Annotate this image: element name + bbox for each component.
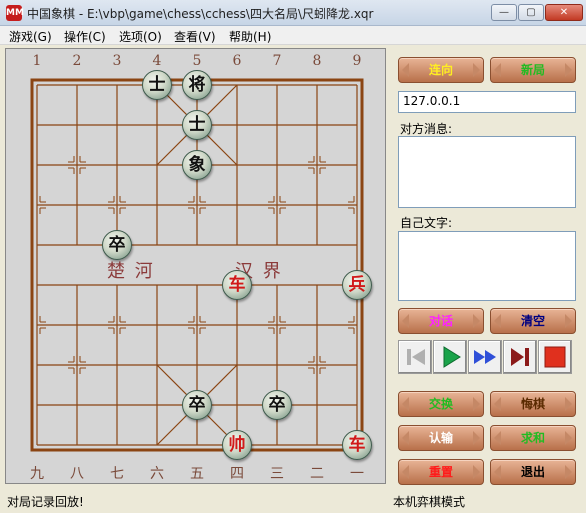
chess-piece[interactable]: 兵 (342, 270, 372, 300)
resign-button[interactable]: 认输 (398, 425, 484, 451)
own-text-box[interactable] (398, 231, 576, 301)
play-icon (443, 346, 461, 368)
connect-button-label: 连向 (428, 63, 453, 77)
file-label-bottom: 二 (310, 466, 324, 482)
play-button[interactable] (433, 340, 467, 374)
menu-options[interactable]: 选项(O) (119, 28, 162, 45)
dialog-button-label: 对话 (428, 314, 453, 328)
first-move-icon (407, 349, 425, 365)
undo-button-label: 悔棋 (520, 397, 545, 411)
chess-piece[interactable]: 车 (342, 430, 372, 460)
chess-piece[interactable]: 车 (222, 270, 252, 300)
chess-board[interactable]: 1 2 3 4 5 6 7 8 9 九 八 七 六 五 四 三 二 一 楚 河 … (5, 48, 386, 484)
resign-button-label: 认输 (428, 431, 453, 445)
chess-piece[interactable]: 士 (142, 70, 172, 100)
file-label-bottom: 八 (70, 466, 84, 482)
file-label-top: 1 (32, 53, 42, 69)
own-text-label: 自己文字: (400, 216, 453, 230)
status-right: 本机弈棋模式 (393, 495, 466, 509)
stop-icon (544, 346, 566, 368)
close-button[interactable]: ✕ (545, 4, 583, 21)
menu-view[interactable]: 查看(V) (174, 28, 216, 45)
last-move-icon (511, 348, 529, 366)
dialog-button[interactable]: 对话 (398, 308, 484, 334)
exchange-button-label: 交换 (428, 397, 453, 411)
river-label-chu-he: 楚 河 (107, 261, 155, 282)
menu-game[interactable]: 游戏(G) (9, 28, 52, 45)
file-label-top: 6 (232, 53, 242, 69)
chess-piece[interactable]: 卒 (182, 390, 212, 420)
file-label-bottom: 九 (30, 466, 44, 482)
chess-piece[interactable]: 士 (182, 110, 212, 140)
app-icon: MM (6, 5, 24, 21)
menu-bar: 游戏(G) 操作(C) 选项(O) 查看(V) 帮助(H) (0, 26, 586, 45)
reset-button-label: 重置 (428, 465, 453, 479)
chess-piece[interactable]: 象 (182, 150, 212, 180)
file-label-bottom: 七 (110, 466, 124, 482)
exit-button-label: 退出 (520, 465, 545, 479)
chess-piece[interactable]: 卒 (102, 230, 132, 260)
first-move-button[interactable] (398, 340, 432, 374)
opponent-message-label: 对方消息: (400, 122, 453, 136)
menu-operate[interactable]: 操作(C) (64, 28, 106, 45)
window-title: 中国象棋 - E:\vbp\game\chess\cchess\四大名局\尺蚓降… (27, 7, 374, 21)
file-label-top: 3 (112, 53, 122, 69)
file-label-top: 5 (192, 53, 202, 69)
file-label-bottom: 六 (150, 466, 164, 482)
file-label-bottom: 三 (270, 466, 284, 482)
reset-button[interactable]: 重置 (398, 459, 484, 485)
menu-help[interactable]: 帮助(H) (229, 28, 271, 45)
file-label-top: 8 (312, 53, 322, 69)
opponent-message-box[interactable] (398, 136, 576, 208)
minimize-button[interactable]: — (491, 4, 517, 21)
undo-button[interactable]: 悔棋 (490, 391, 576, 417)
chess-piece[interactable]: 将 (182, 70, 212, 100)
maximize-button[interactable]: ▢ (518, 4, 544, 21)
draw-button[interactable]: 求和 (490, 425, 576, 451)
exchange-button[interactable]: 交换 (398, 391, 484, 417)
exit-button[interactable]: 退出 (490, 459, 576, 485)
new-game-button[interactable]: 新局 (490, 57, 576, 83)
file-label-top: 2 (72, 53, 82, 69)
file-label-bottom: 五 (190, 466, 204, 482)
clear-button[interactable]: 清空 (490, 308, 576, 334)
file-label-top: 7 (272, 53, 282, 69)
ip-address-value: 127.0.0.1 (403, 94, 461, 108)
file-label-top: 9 (352, 53, 362, 69)
last-move-button[interactable] (503, 340, 537, 374)
ip-address-input[interactable]: 127.0.0.1 (398, 91, 576, 113)
file-label-top: 4 (152, 53, 162, 69)
new-game-button-label: 新局 (520, 63, 545, 77)
stop-button[interactable] (538, 340, 572, 374)
connect-button[interactable]: 连向 (398, 57, 484, 83)
file-label-bottom: 一 (350, 466, 364, 482)
status-left: 对局记录回放! (7, 495, 84, 509)
title-bar: MM 中国象棋 - E:\vbp\game\chess\cchess\四大名局\… (0, 0, 586, 26)
clear-button-label: 清空 (520, 314, 545, 328)
draw-button-label: 求和 (520, 431, 545, 445)
chess-piece[interactable]: 帅 (222, 430, 252, 460)
chess-piece[interactable]: 卒 (262, 390, 292, 420)
file-label-bottom: 四 (230, 466, 244, 482)
fast-forward-button[interactable] (468, 340, 502, 374)
fast-forward-icon (474, 350, 496, 364)
